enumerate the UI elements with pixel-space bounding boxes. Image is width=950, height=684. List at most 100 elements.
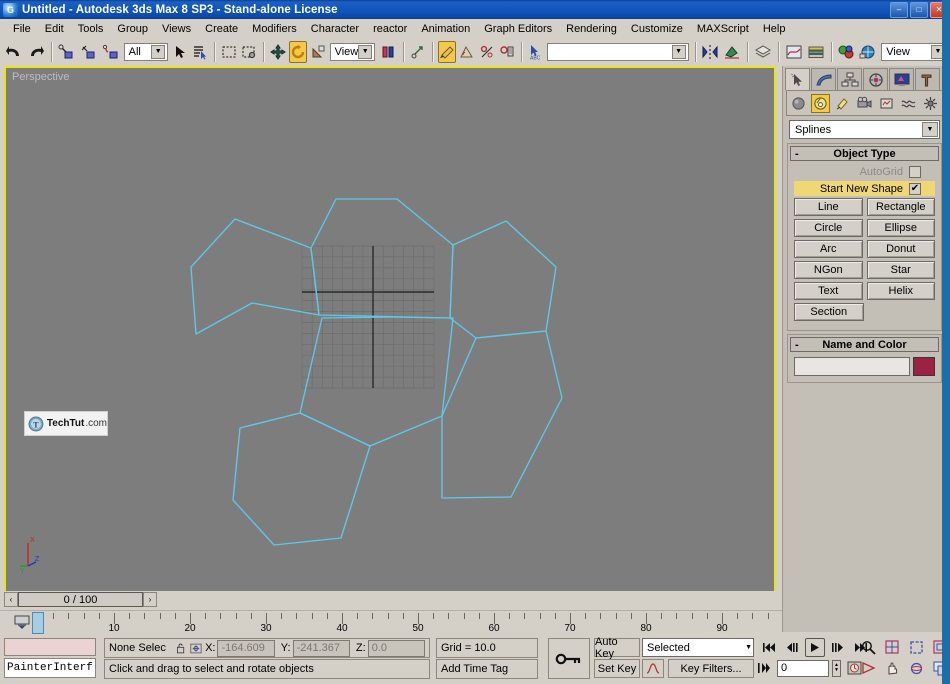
absolute-relative-transform-icon[interactable] bbox=[190, 641, 202, 656]
lights-icon[interactable] bbox=[833, 94, 852, 113]
menu-item-tools[interactable]: Tools bbox=[71, 21, 111, 37]
object-type-button-circle[interactable]: Circle bbox=[794, 219, 863, 237]
curve-editor-icon[interactable] bbox=[784, 41, 804, 63]
use-pivot-point-center-icon[interactable] bbox=[378, 41, 398, 63]
material-editor-icon[interactable] bbox=[836, 41, 856, 63]
menu-item-modifiers[interactable]: Modifiers bbox=[245, 21, 304, 37]
hierarchy-tab-icon[interactable] bbox=[837, 68, 862, 90]
angle-snap-toggle-icon[interactable] bbox=[458, 41, 476, 63]
systems-icon[interactable] bbox=[921, 94, 940, 113]
shapes-icon[interactable] bbox=[810, 93, 830, 113]
object-type-button-helix[interactable]: Helix bbox=[866, 282, 935, 300]
select-and-rotate-icon[interactable] bbox=[288, 40, 307, 63]
align-icon[interactable] bbox=[722, 41, 742, 63]
object-type-button-donut[interactable]: Donut bbox=[866, 240, 935, 258]
menu-item-customize[interactable]: Customize bbox=[624, 21, 690, 37]
mirror-icon[interactable] bbox=[700, 41, 720, 63]
next-frame-button[interactable]: › bbox=[143, 592, 157, 607]
object-name-field[interactable] bbox=[794, 357, 910, 376]
lock-selection-icon[interactable] bbox=[175, 641, 186, 656]
menu-item-edit[interactable]: Edit bbox=[38, 21, 71, 37]
previous-frame-button[interactable]: ‹ bbox=[4, 592, 18, 607]
key-mode-toggle-icon[interactable] bbox=[548, 638, 590, 679]
snaps-toggle-icon[interactable] bbox=[437, 40, 456, 63]
subcategory-dropdown[interactable]: Splines ▼ bbox=[789, 120, 940, 139]
play-animation-icon[interactable] bbox=[805, 638, 825, 657]
maxscript-mini-listener-output[interactable]: PainterInterf bbox=[4, 658, 96, 678]
helpers-icon[interactable] bbox=[877, 94, 896, 113]
spinner-snap-toggle-icon[interactable] bbox=[498, 41, 516, 63]
rollout-collapse-icon[interactable]: - bbox=[795, 339, 799, 351]
menu-item-file[interactable]: File bbox=[6, 21, 38, 37]
arc-rotate-icon[interactable] bbox=[907, 659, 926, 678]
y-coordinate-field[interactable]: -241.367 bbox=[292, 639, 350, 657]
viewport-perspective[interactable]: Perspective T TechTut .com X Y Z bbox=[4, 66, 776, 593]
object-type-button-star[interactable]: Star bbox=[866, 261, 935, 279]
object-type-header[interactable]: - Object Type bbox=[790, 146, 939, 161]
previous-frame-icon[interactable] bbox=[783, 638, 801, 657]
object-color-swatch[interactable] bbox=[913, 357, 935, 376]
menu-item-group[interactable]: Group bbox=[110, 21, 155, 37]
z-coordinate-field[interactable]: 0.0 bbox=[367, 639, 425, 657]
rectangular-selection-region-icon[interactable] bbox=[220, 41, 238, 63]
menu-item-views[interactable]: Views bbox=[155, 21, 198, 37]
modify-tab-icon[interactable] bbox=[811, 68, 836, 90]
bind-to-space-warp-icon[interactable] bbox=[101, 41, 121, 63]
select-object-icon[interactable] bbox=[171, 41, 189, 63]
go-to-start-icon[interactable] bbox=[761, 638, 779, 657]
auto-key-button[interactable]: Auto Key bbox=[594, 636, 640, 660]
pan-view-icon[interactable] bbox=[883, 659, 902, 678]
maxscript-mini-listener-input[interactable] bbox=[4, 638, 96, 656]
menu-item-graph-editors[interactable]: Graph Editors bbox=[477, 21, 559, 37]
named-selection-sets-icon[interactable]: ABC bbox=[526, 41, 544, 63]
menu-item-maxscript[interactable]: MAXScript bbox=[690, 21, 756, 37]
open-track-bar-icon[interactable] bbox=[12, 614, 32, 630]
schematic-view-icon[interactable] bbox=[806, 41, 826, 63]
geometry-icon[interactable] bbox=[789, 94, 808, 113]
field-of-view-icon[interactable] bbox=[859, 659, 878, 678]
timeline-ruler[interactable]: 0102030405060708090100 bbox=[38, 611, 810, 637]
reference-coordinate-system-dropdown[interactable]: View ▼ bbox=[329, 42, 376, 61]
object-type-button-text[interactable]: Text bbox=[794, 282, 863, 300]
set-key-button[interactable]: Set Key bbox=[594, 659, 640, 678]
select-and-manipulate-icon[interactable] bbox=[409, 41, 427, 63]
space-warps-icon[interactable] bbox=[899, 94, 918, 113]
current-frame-display[interactable]: 0 / 100 bbox=[18, 592, 143, 607]
object-type-button-ngon[interactable]: NGon bbox=[794, 261, 863, 279]
window-crossing-icon[interactable] bbox=[240, 41, 258, 63]
x-coordinate-field[interactable]: -164.609 bbox=[217, 639, 275, 657]
render-scene-dialog-icon[interactable] bbox=[858, 41, 878, 63]
menu-item-rendering[interactable]: Rendering bbox=[559, 21, 624, 37]
zoom-extents-icon[interactable] bbox=[907, 638, 926, 657]
viewport-canvas[interactable]: Perspective T TechTut .com X Y Z bbox=[6, 68, 774, 591]
object-type-button-ellipse[interactable]: Ellipse bbox=[866, 219, 935, 237]
layer-manager-icon[interactable] bbox=[753, 41, 773, 63]
create-tab-icon[interactable] bbox=[785, 68, 810, 90]
menu-item-reactor[interactable]: reactor bbox=[366, 21, 414, 37]
next-frame-icon[interactable] bbox=[829, 638, 847, 657]
key-mode-icon[interactable] bbox=[758, 662, 774, 674]
named-selection-sets-input[interactable]: ▼ bbox=[547, 42, 689, 61]
add-time-tag-button[interactable]: Add Time Tag bbox=[436, 659, 538, 679]
start-new-shape-checkbox[interactable]: ✔ bbox=[909, 182, 921, 195]
object-type-button-arc[interactable]: Arc bbox=[794, 240, 863, 258]
menu-item-character[interactable]: Character bbox=[304, 21, 366, 37]
autogrid-checkbox[interactable] bbox=[909, 165, 921, 178]
undo-icon[interactable] bbox=[4, 41, 24, 63]
object-type-button-rectangle[interactable]: Rectangle bbox=[866, 198, 935, 216]
selection-filter-dropdown[interactable]: All ▼ bbox=[123, 42, 169, 61]
object-type-button-section[interactable]: Section bbox=[794, 303, 864, 321]
maximize-button[interactable]: □ bbox=[910, 2, 928, 18]
select-and-scale-icon[interactable] bbox=[309, 41, 327, 63]
display-tab-icon[interactable] bbox=[889, 68, 914, 90]
menu-item-animation[interactable]: Animation bbox=[414, 21, 477, 37]
cameras-icon[interactable] bbox=[855, 94, 874, 113]
select-and-link-icon[interactable] bbox=[57, 41, 77, 63]
select-by-name-icon[interactable] bbox=[191, 41, 209, 63]
current-time-field[interactable]: 0 bbox=[777, 659, 829, 677]
key-filters-button[interactable]: Key Filters... bbox=[668, 659, 754, 678]
zoom-all-icon[interactable] bbox=[883, 638, 902, 657]
menu-item-help[interactable]: Help bbox=[756, 21, 793, 37]
menu-item-create[interactable]: Create bbox=[198, 21, 245, 37]
object-type-button-line[interactable]: Line bbox=[794, 198, 863, 216]
